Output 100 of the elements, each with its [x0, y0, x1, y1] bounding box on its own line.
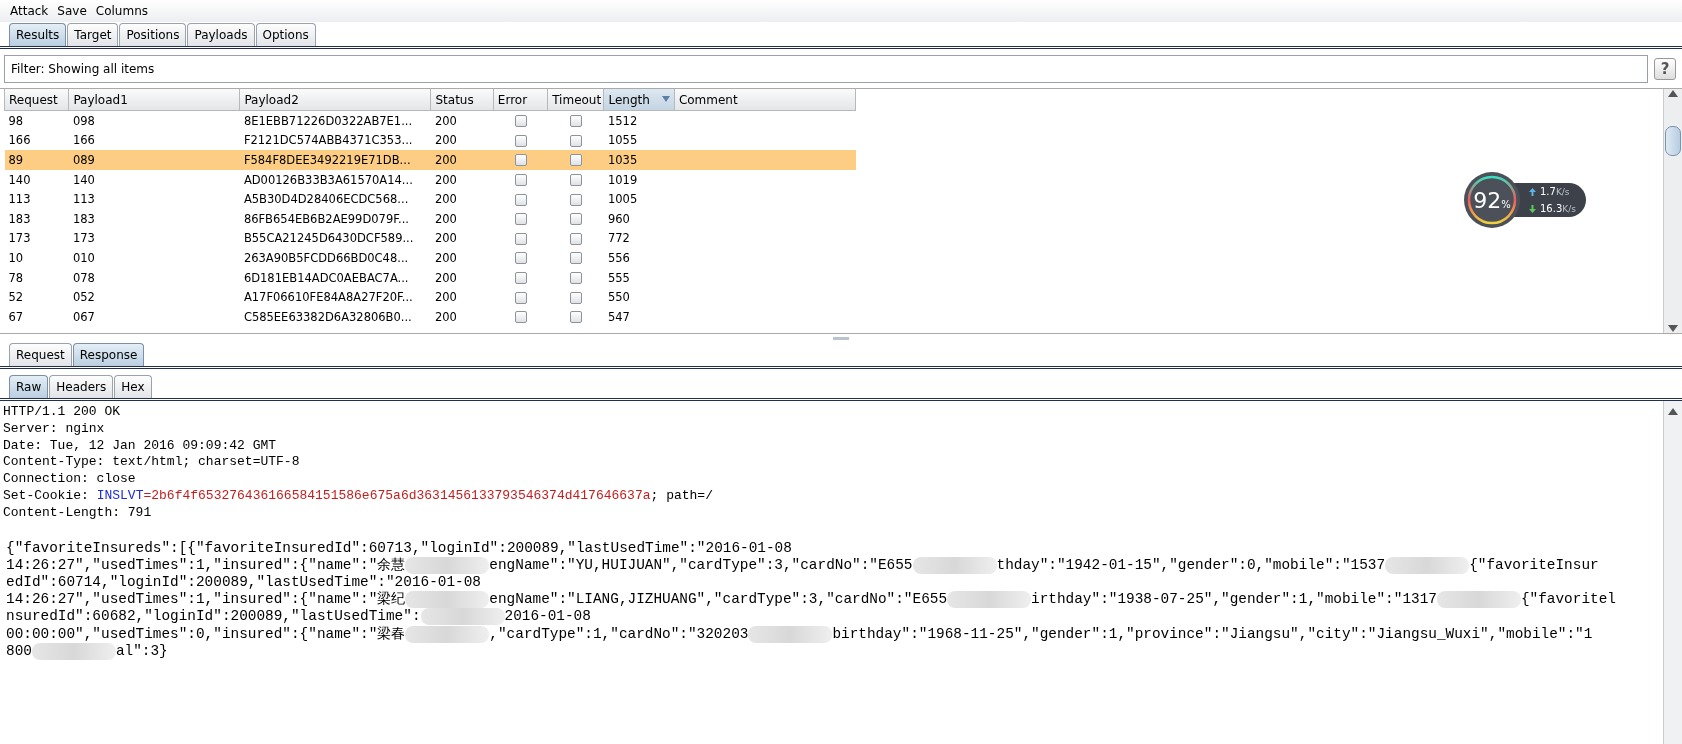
tab[interactable]: Request: [9, 343, 72, 366]
checkbox[interactable]: [514, 115, 527, 128]
json-text: thday":"1942-01-15","gender":0,"mobile":"1537: [996, 556, 1386, 574]
download-speed: 16.3K/s: [1540, 203, 1576, 214]
menu-item[interactable]: Columns: [95, 4, 148, 18]
column-header[interactable]: Length: [604, 89, 675, 111]
table-cell-text: 67: [7, 308, 25, 326]
table-cell-text: 200: [434, 308, 458, 326]
table-cell-text: 200: [434, 230, 458, 248]
tab[interactable]: Hex: [114, 375, 152, 398]
checkbox[interactable]: [514, 291, 527, 304]
checkbox[interactable]: [569, 213, 582, 226]
json-text: al":3}: [115, 642, 168, 660]
result-row[interactable]: 183 183 86FB654EB6B2AE99D079F... 200 960: [4, 208, 856, 229]
help-button[interactable]: ?: [1654, 58, 1676, 80]
checkbox[interactable]: [514, 154, 527, 167]
table-cell: 098: [68, 110, 240, 131]
column-header[interactable]: Request: [4, 89, 69, 111]
checkbox[interactable]: [569, 154, 582, 167]
checkbox[interactable]: [569, 174, 582, 187]
checkbox[interactable]: [569, 291, 582, 304]
table-cell-text: 960: [607, 210, 631, 228]
column-header[interactable]: Timeout: [547, 89, 604, 111]
table-cell-text: 772: [607, 230, 631, 248]
result-row[interactable]: 78 078 6D181EB14ADC0AEBAC7A... 200 555: [4, 267, 856, 288]
tab[interactable]: Target: [67, 23, 119, 46]
scrollbar[interactable]: [1663, 401, 1682, 744]
tab[interactable]: Response: [72, 343, 145, 366]
tab[interactable]: Raw: [9, 375, 49, 398]
tab[interactable]: Results: [9, 23, 67, 46]
tab[interactable]: Options: [255, 23, 316, 46]
scroll-up-icon[interactable]: [1668, 407, 1678, 415]
header-line: Content-Type: text/html; charset=UTF-8: [3, 454, 300, 472]
result-row[interactable]: 166 166 F2121DC574ABB4371C353... 200 1055: [4, 130, 856, 151]
table-cell-text: 183: [71, 210, 96, 228]
header-line: Set-Cookie:: [3, 488, 90, 505]
scrollbar-thumb[interactable]: [1665, 126, 1681, 156]
menu-item[interactable]: Attack: [10, 4, 49, 18]
checkbox[interactable]: [514, 213, 527, 226]
result-row[interactable]: 113 113 A5B30D4D28406ECDC568... 200 1005: [4, 189, 856, 209]
checkbox[interactable]: [514, 193, 527, 206]
table-cell-text: A17F06610FE84A8A27F20F...: [242, 289, 414, 307]
checkbox[interactable]: [569, 311, 582, 324]
checkbox[interactable]: [514, 252, 527, 265]
table-cell-text: 86FB654EB6B2AE99D079F...: [242, 210, 410, 228]
column-header[interactable]: Comment: [674, 89, 856, 111]
scrollbar[interactable]: [1663, 89, 1682, 333]
table-cell: F2121DC574ABB4371C353...: [239, 130, 431, 151]
checkbox[interactable]: [569, 115, 582, 128]
json-text: ,"cardType":1,"cardNo":"320203: [489, 625, 749, 643]
result-row[interactable]: 52 052 A17F06610FE84A8A27F20F... 200 550: [4, 287, 856, 307]
result-row[interactable]: 140 140 AD00126B33B3A61570A14... 200 1019: [4, 169, 856, 190]
result-row[interactable]: 10 010 263A90B5FCDD66BD0C48... 200 556: [4, 248, 856, 268]
checkbox[interactable]: [514, 311, 527, 324]
column-header[interactable]: Status: [431, 89, 494, 111]
table-cell-text: 556: [607, 249, 631, 267]
header-line: Connection: close: [3, 471, 136, 488]
table-cell-text: 1005: [607, 191, 639, 209]
json-text: 14:26:27","usedTimes":1,"insured":{"name":"梁纪: [6, 591, 406, 609]
checkbox[interactable]: [569, 252, 582, 265]
table-cell-text: 067: [71, 308, 96, 326]
result-row[interactable]: 67 067 C585EE63382D6A32806B0... 200 547: [4, 306, 856, 327]
tab[interactable]: Headers: [49, 375, 114, 398]
table-cell-text: 547: [607, 308, 631, 326]
menu-item[interactable]: Save: [57, 4, 87, 18]
tab[interactable]: Payloads: [187, 23, 255, 46]
checkbox[interactable]: [569, 193, 582, 206]
filter-bar[interactable]: Filter: Showing all items: [4, 55, 1648, 83]
table-cell-text: 113: [7, 191, 32, 209]
checkbox[interactable]: [569, 134, 582, 147]
scroll-up-icon[interactable]: [1668, 89, 1678, 97]
table-cell: 166: [68, 130, 240, 151]
table-cell: 1035: [604, 150, 675, 170]
table-cell-text: 6D181EB14ADC0AEBAC7A...: [242, 269, 410, 287]
json-text: 14:26:27","usedTimes":1,"insured":{"name":"余慧: [6, 556, 406, 574]
checkbox[interactable]: [514, 174, 527, 187]
scroll-down-icon[interactable]: [1668, 325, 1678, 333]
sort-descending-icon: [661, 96, 670, 102]
tab[interactable]: Positions: [119, 23, 187, 46]
result-row[interactable]: 173 173 B55CA21245D6430DCF589... 200 772: [4, 228, 856, 249]
header-line: HTTP/1.1 200 OK: [3, 404, 121, 421]
result-row[interactable]: 98 098 8E1EBB71226D0322AB7E1... 200 1512: [4, 110, 856, 131]
header-line: Server: nginx: [3, 420, 105, 438]
table-cell: 1512: [604, 110, 675, 131]
column-header[interactable]: Payload2: [239, 89, 431, 111]
table-cell-text: 52: [7, 289, 25, 307]
checkbox[interactable]: [569, 272, 582, 285]
column-header[interactable]: Error: [493, 89, 548, 111]
result-row[interactable]: 89 089 F584F8DEE3492219E71DB... 200 1035: [4, 150, 856, 170]
splitter-handle[interactable]: [833, 336, 849, 340]
checkbox[interactable]: [569, 232, 582, 245]
table-cell: 140: [68, 169, 240, 190]
gauge-dial: [1463, 171, 1521, 229]
checkbox[interactable]: [514, 232, 527, 245]
table-cell: 200: [431, 130, 494, 151]
checkbox[interactable]: [514, 272, 527, 285]
json-text: 2016-01-08: [504, 608, 591, 626]
column-header[interactable]: Payload1: [68, 89, 240, 111]
checkbox[interactable]: [514, 134, 527, 147]
table-cell-text: 555: [607, 269, 631, 287]
